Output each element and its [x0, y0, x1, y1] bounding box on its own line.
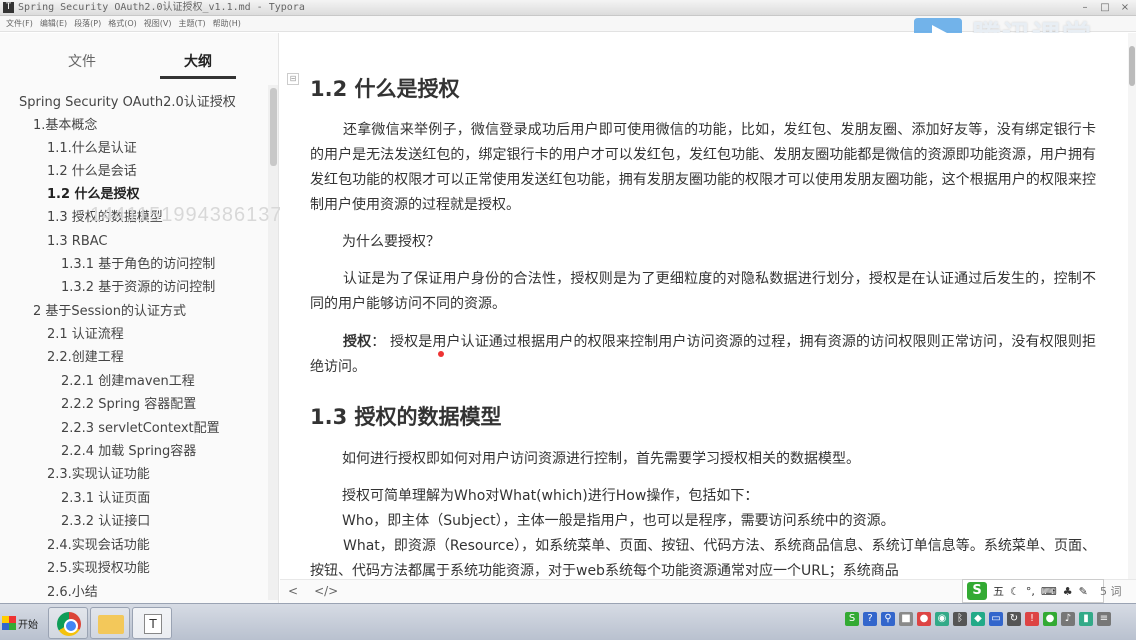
taskbar-explorer[interactable]: [90, 607, 130, 639]
typora-window: T Spring Security OAuth2.0认证授权_v1.1.md -…: [0, 0, 1136, 640]
menu-theme[interactable]: 主题(T): [178, 16, 205, 31]
menu-help[interactable]: 帮助(H): [213, 16, 241, 31]
outline-item[interactable]: 2.3.1 认证页面: [61, 489, 150, 509]
menu-file[interactable]: 文件(F): [6, 16, 33, 31]
app-tray-icon[interactable]: ●: [1043, 612, 1057, 626]
tab-outline[interactable]: 大纲: [184, 51, 212, 71]
moon-icon[interactable]: ☾: [1010, 585, 1020, 598]
outline-item[interactable]: 2.3.2 认证接口: [61, 512, 150, 532]
start-label: 开始: [18, 619, 38, 631]
outline-item[interactable]: 1.3.2 基于资源的访问控制: [61, 278, 215, 298]
punctuation-icon[interactable]: °,: [1026, 585, 1035, 598]
sidebar-tabs: 文件 大纲: [0, 33, 278, 83]
window-controls: – □ ×: [1078, 1, 1132, 14]
alert-icon[interactable]: !: [1025, 612, 1039, 626]
source-mode-button[interactable]: </>: [314, 584, 338, 598]
user-id-watermark: 144115199438613795: [90, 204, 307, 226]
start-button[interactable]: 开始: [2, 610, 40, 636]
paragraph[interactable]: What，即资源（Resource），如系统菜单、页面、按钮、代码方法、系统商品…: [310, 534, 1096, 579]
outline-item[interactable]: 1.1.什么是认证: [47, 139, 137, 159]
outline-item[interactable]: 2.2.2 Spring 容器配置: [61, 395, 196, 415]
outline-item[interactable]: 2.2.1 创建maven工程: [61, 372, 195, 392]
typora-icon: T: [144, 614, 162, 634]
outline-item[interactable]: 2.3.实现认证功能: [47, 465, 150, 485]
close-button[interactable]: ×: [1118, 1, 1132, 14]
status-left: < </>: [288, 584, 338, 598]
ime-mode-label[interactable]: 五: [993, 583, 1004, 599]
collapse-icon[interactable]: ⊟: [287, 73, 299, 85]
tray-icon[interactable]: ■: [899, 612, 913, 626]
security-icon[interactable]: ◆: [971, 612, 985, 626]
tab-files[interactable]: 文件: [68, 51, 96, 71]
ime-toolbar[interactable]: S 五 ☾ °, ⌨ ♣ ✎: [962, 579, 1104, 603]
taskbar-chrome[interactable]: [48, 607, 88, 639]
bluetooth-icon[interactable]: ᛒ: [953, 612, 967, 626]
paragraph[interactable]: 为什么要授权？: [342, 230, 440, 255]
sync-icon[interactable]: ↻: [1007, 612, 1021, 626]
folder-icon: [98, 615, 124, 634]
bold-term: 授权: [343, 334, 372, 350]
outline-item[interactable]: Spring Security OAuth2.0认证授权: [19, 93, 236, 113]
editor-scrollbar[interactable]: [1128, 33, 1136, 579]
typora-app-icon: T: [3, 2, 14, 13]
windows-logo-icon: [2, 616, 16, 630]
paragraph[interactable]: 认证是为了保证用户身份的合法性，授权则是为了更细粒度的对隐私数据进行划分，授权是…: [310, 267, 1096, 317]
paragraph[interactable]: Who，即主体（Subject），主体一般是指用户，也可以是程序，需要访问系统中…: [342, 509, 895, 534]
outline-item[interactable]: 2.2.创建工程: [47, 348, 124, 368]
wechat-icon[interactable]: ◉: [935, 612, 949, 626]
editor-area[interactable]: ⊟ 1.2 什么是授权 还拿微信来举例子，微信登录成功后用户即可使用微信的功能，…: [280, 33, 1126, 579]
outline-item[interactable]: 2.4.实现会话功能: [47, 536, 150, 556]
word-count[interactable]: 5 词: [1100, 583, 1122, 599]
paragraph[interactable]: 授权可简单理解为Who对What(which)进行How操作，包括如下：: [342, 484, 758, 509]
sidebar: 文件 大纲 Spring Security OAuth2.0认证授权 1.基本概…: [0, 33, 279, 603]
monitor-icon[interactable]: ▭: [989, 612, 1003, 626]
tools-icon[interactable]: ✎: [1079, 585, 1088, 598]
menu-view[interactable]: 视图(V): [144, 16, 172, 31]
heading-1-3[interactable]: 1.3 授权的数据模型: [310, 401, 502, 431]
sidebar-scroll-thumb[interactable]: [270, 88, 277, 166]
help-icon[interactable]: ?: [863, 612, 877, 626]
paragraph[interactable]: 还拿微信来举例子，微信登录成功后用户即可使用微信的功能，比如，发红包、发朋友圈、…: [310, 118, 1096, 218]
network-icon[interactable]: ⚲: [881, 612, 895, 626]
outline-item[interactable]: 1.3.1 基于角色的访问控制: [61, 255, 215, 275]
menu-paragraph[interactable]: 段落(P): [74, 16, 101, 31]
menu-edit[interactable]: 编辑(E): [40, 16, 67, 31]
active-tab-indicator: [160, 76, 236, 79]
window-title: Spring Security OAuth2.0认证授权_v1.1.md - T…: [18, 2, 305, 13]
chrome-icon: [57, 612, 81, 636]
sogou-ime-icon[interactable]: S: [967, 582, 987, 600]
outline-item[interactable]: 1.2 什么是会话: [47, 162, 137, 182]
outline-item[interactable]: 2.6.小结: [47, 583, 98, 603]
maximize-button[interactable]: □: [1098, 1, 1112, 14]
taskbar-typora[interactable]: T: [132, 607, 172, 639]
paragraph-text: ： 授权是用户认证通过根据用户的权限来控制用户访问资源的过程，拥有资源的访问权限…: [310, 334, 1096, 375]
outline-item[interactable]: 2.2.3 servletContext配置: [61, 419, 220, 439]
taskbar: 开始 T S ? ⚲ ■ ● ◉ ᛒ ◆ ▭ ↻ ! ● ♪ ▮ ≡: [0, 603, 1136, 640]
network-status-icon[interactable]: ≡: [1097, 612, 1111, 626]
keyboard-icon[interactable]: ⌨: [1041, 585, 1057, 598]
skin-icon[interactable]: ♣: [1063, 585, 1073, 598]
minimize-button[interactable]: –: [1078, 1, 1092, 14]
menu-format[interactable]: 格式(O): [108, 16, 137, 31]
sogou-tray-icon[interactable]: S: [845, 612, 859, 626]
outline-item[interactable]: 1.3 RBAC: [47, 232, 108, 252]
paragraph[interactable]: 如何进行授权即如何对用户访问资源进行控制，首先需要学习授权相关的数据模型。: [342, 447, 860, 472]
outline-item[interactable]: 1.基本概念: [33, 116, 97, 136]
volume-icon[interactable]: ♪: [1061, 612, 1075, 626]
heading-1-2[interactable]: 1.2 什么是授权: [310, 73, 460, 103]
toggle-sidebar-button[interactable]: <: [288, 584, 298, 598]
outline-item[interactable]: 2 基于Session的认证方式: [33, 302, 186, 322]
recording-icon[interactable]: ●: [917, 612, 931, 626]
editor-scroll-thumb[interactable]: [1129, 46, 1135, 86]
battery-icon[interactable]: ▮: [1079, 612, 1093, 626]
text-cursor-marker: [438, 351, 444, 357]
system-tray: S ? ⚲ ■ ● ◉ ᛒ ◆ ▭ ↻ ! ● ♪ ▮ ≡: [845, 612, 1111, 626]
outline-item[interactable]: 2.1 认证流程: [47, 325, 124, 345]
outline-item[interactable]: 2.5.实现授权功能: [47, 559, 150, 579]
outline-item[interactable]: 2.2.4 加载 Spring容器: [61, 442, 196, 462]
outline-item-active[interactable]: 1.2 什么是授权: [47, 185, 140, 205]
paragraph[interactable]: 授权： 授权是用户认证通过根据用户的权限来控制用户访问资源的过程，拥有资源的访问…: [310, 330, 1096, 380]
